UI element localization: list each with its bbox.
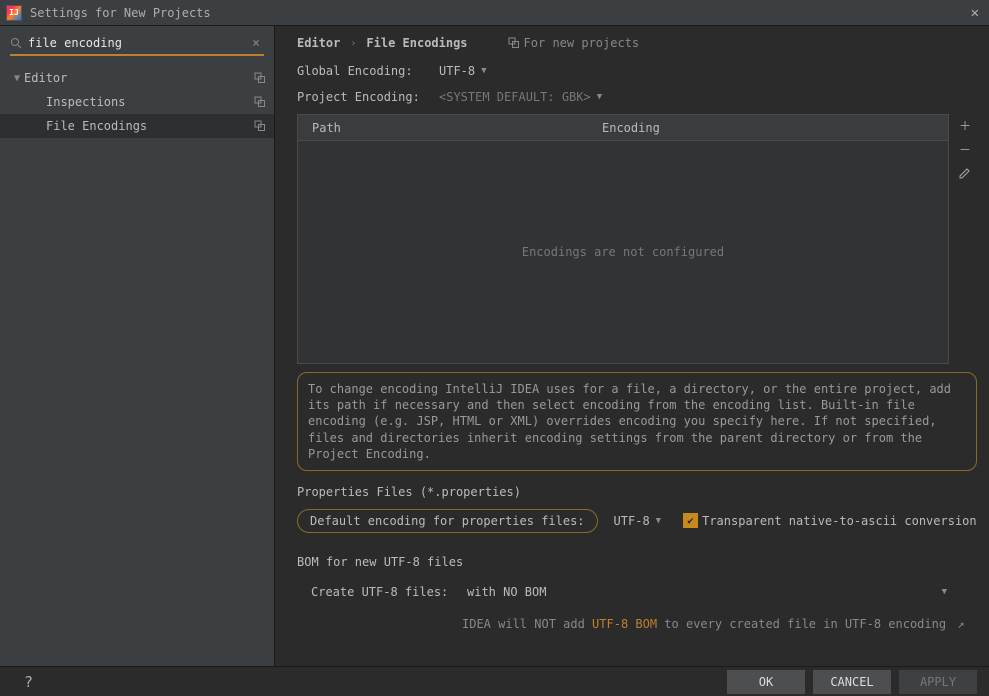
project-encoding-label: Project Encoding: <box>297 90 427 104</box>
hint-box: To change encoding IntelliJ IDEA uses fo… <box>297 372 977 471</box>
bom-note: IDEA will NOT add UTF-8 BOM to every cre… <box>297 617 977 631</box>
dropdown-value: <SYSTEM DEFAULT: GBK> <box>439 90 591 104</box>
breadcrumb: Editor › File Encodings For new projects <box>297 36 977 50</box>
global-encoding-label: Global Encoding: <box>297 64 427 78</box>
titlebar: IJ Settings for New Projects ✕ <box>0 0 989 26</box>
column-encoding[interactable]: Encoding <box>598 121 948 135</box>
chevron-down-icon: ▼ <box>14 73 20 84</box>
scope-icon <box>254 72 266 84</box>
clear-search-icon[interactable]: × <box>248 36 264 51</box>
properties-section-header: Properties Files (*.properties) <box>297 485 977 499</box>
tree-group-editor[interactable]: ▼ Editor <box>0 66 274 90</box>
chevron-down-icon: ▼ <box>481 66 486 76</box>
table-toolbar: ＋ － <box>951 113 979 185</box>
bom-note-text: IDEA will NOT add <box>462 617 592 631</box>
scope-icon <box>254 120 266 132</box>
chevron-down-icon: ▼ <box>656 516 661 526</box>
tree-label: Editor <box>24 71 254 85</box>
window-title: Settings for New Projects <box>30 6 967 20</box>
encodings-table: Path Encoding Encodings are not configur… <box>297 114 949 364</box>
bom-note-highlight: UTF-8 BOM <box>592 617 657 631</box>
create-utf-dropdown[interactable]: with NO BOM ▼ <box>457 581 957 603</box>
bom-note-text: to every created file in UTF-8 encoding <box>657 617 946 631</box>
scope-icon <box>254 96 266 108</box>
breadcrumb-segment[interactable]: Editor <box>297 36 340 50</box>
scope-note: For new projects <box>508 36 640 50</box>
settings-content: Editor › File Encodings For new projects… <box>275 26 989 666</box>
add-icon[interactable]: ＋ <box>953 113 977 137</box>
create-utf-label: Create UTF-8 files: <box>297 585 457 599</box>
chevron-down-icon: ▼ <box>942 587 947 597</box>
properties-encoding-dropdown[interactable]: UTF-8 ▼ <box>610 512 672 530</box>
edit-icon[interactable] <box>953 161 977 185</box>
tree-item-file-encodings[interactable]: File Encodings <box>0 114 274 138</box>
column-path[interactable]: Path <box>298 121 598 135</box>
cancel-button[interactable]: CANCEL <box>813 670 891 694</box>
tree-label: File Encodings <box>46 119 254 133</box>
ok-button[interactable]: OK <box>727 670 805 694</box>
dropdown-value: UTF-8 <box>439 64 475 78</box>
tree-label: Inspections <box>46 95 254 109</box>
search-input[interactable] <box>28 32 248 54</box>
chevron-right-icon: › <box>350 38 356 49</box>
settings-sidebar: × ▼ Editor Inspections File Encodings <box>0 26 275 666</box>
dropdown-value: UTF-8 <box>614 514 650 528</box>
intellij-logo-icon: IJ <box>6 5 22 21</box>
table-empty-message: Encodings are not configured <box>298 141 948 363</box>
checkbox-label: Transparent native-to-ascii conversion <box>702 514 977 528</box>
remove-icon[interactable]: － <box>953 137 977 161</box>
external-link-icon[interactable]: ↗ <box>957 617 964 631</box>
breadcrumb-segment: File Encodings <box>366 36 467 50</box>
tree-item-inspections[interactable]: Inspections <box>0 90 274 114</box>
dialog-footer: ? OK CANCEL APPLY <box>0 666 989 696</box>
search-field[interactable]: × <box>10 32 264 56</box>
apply-button: APPLY <box>899 670 977 694</box>
global-encoding-dropdown[interactable]: UTF-8 ▼ <box>427 62 497 80</box>
help-icon[interactable]: ? <box>12 673 45 691</box>
scope-icon <box>508 37 520 49</box>
settings-tree: ▼ Editor Inspections File Encodings <box>0 60 274 138</box>
chevron-down-icon: ▼ <box>597 92 602 102</box>
dropdown-value: with NO BOM <box>467 585 546 599</box>
transparent-ascii-checkbox[interactable]: ✔ Transparent native-to-ascii conversion <box>683 513 977 528</box>
properties-encoding-label: Default encoding for properties files: <box>297 509 598 533</box>
project-encoding-dropdown[interactable]: <SYSTEM DEFAULT: GBK> ▼ <box>427 88 612 106</box>
search-icon <box>10 37 22 49</box>
checkbox-checked-icon: ✔ <box>683 513 698 528</box>
bom-section-header: BOM for new UTF-8 files <box>297 555 977 569</box>
close-icon[interactable]: ✕ <box>967 3 983 23</box>
scope-note-text: For new projects <box>524 36 640 50</box>
